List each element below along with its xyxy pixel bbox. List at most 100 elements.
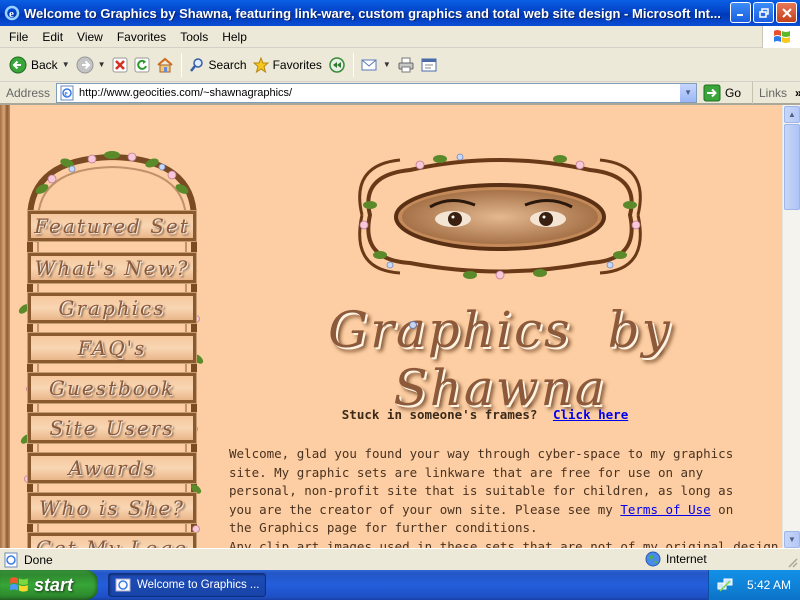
web-page: Featured Set What's New? Graphics FAQ's … [0, 105, 782, 549]
refresh-button[interactable] [131, 51, 153, 79]
search-icon [189, 57, 203, 72]
security-zone: Internet [645, 551, 707, 567]
restore-icon [758, 7, 769, 18]
print-button[interactable] [394, 51, 418, 79]
address-dropdown[interactable]: ▼ [679, 83, 697, 102]
windows-flag-icon [10, 577, 28, 592]
system-tray: 5:42 AM [708, 570, 800, 600]
page-done-icon [4, 552, 18, 567]
start-button[interactable]: start [0, 570, 98, 600]
vertical-scrollbar[interactable]: ▲ ▼ [782, 105, 800, 549]
search-label: Search [208, 57, 247, 72]
nav-faqs[interactable]: FAQ's [27, 332, 197, 364]
ie-icon [115, 578, 131, 592]
clock: 5:42 AM [747, 578, 792, 592]
favorites-label: Favorites [272, 57, 322, 72]
menu-view[interactable]: View [70, 30, 110, 44]
page-icon: e [60, 85, 74, 100]
sparkle-icon [409, 321, 417, 329]
svg-text:e: e [9, 8, 14, 20]
menu-file[interactable]: File [2, 30, 35, 44]
ie-icon: e [4, 5, 20, 21]
zone-label: Internet [666, 552, 707, 566]
toolbar-separator [180, 52, 182, 77]
chevron-down-icon[interactable]: ▼ [98, 60, 106, 69]
terms-of-use-link[interactable]: Terms of Use [620, 502, 710, 517]
media-button[interactable] [325, 51, 349, 79]
star-icon [252, 56, 269, 73]
nav-featured-set[interactable]: Featured Set [27, 210, 197, 242]
go-button[interactable]: Go [703, 84, 741, 102]
status-bar: Done Internet [0, 548, 800, 570]
chevron-down-icon[interactable]: ▼ [383, 60, 391, 69]
windows-flag-icon [773, 30, 790, 43]
frames-text: Stuck in someone's frames? [341, 407, 538, 422]
nav-guestbook[interactable]: Guestbook [27, 372, 197, 404]
address-url: http://www.geocities.com/~shawnagraphics… [79, 86, 293, 99]
title-bar: e Welcome to Graphics by Shawna, featuri… [0, 0, 800, 26]
globe-icon [645, 551, 661, 567]
mail-icon [361, 59, 377, 70]
close-icon [781, 7, 792, 18]
scroll-down-button[interactable]: ▼ [784, 531, 800, 548]
stop-icon [112, 57, 128, 72]
windows-logo [762, 26, 800, 48]
favorites-button[interactable]: Favorites [250, 51, 325, 79]
taskbar: start Welcome to Graphics ... 5:42 AM [0, 570, 800, 600]
mail-button[interactable]: ▼ [358, 51, 394, 79]
standard-toolbar: Back ▼ ▼ Search Favorites ▼ [0, 48, 800, 82]
chevron-up-icon: ▲ [788, 110, 796, 119]
edit-page-icon [421, 58, 437, 71]
forward-arrow-icon [76, 56, 94, 73]
address-input[interactable]: e http://www.geocities.com/~shawnagraphi… [56, 82, 698, 103]
site-title: Graphics by Shawna [328, 301, 672, 417]
minimize-button[interactable] [730, 2, 751, 23]
home-button[interactable] [153, 51, 177, 79]
welcome-paragraph: Welcome, glad you found your way through… [229, 445, 759, 538]
svg-text:e: e [65, 89, 68, 97]
toolbar-separator [352, 52, 354, 77]
nav-site-users[interactable]: Site Users [27, 412, 197, 444]
nav-whats-new[interactable]: What's New? [27, 252, 197, 284]
close-button[interactable] [776, 2, 797, 23]
search-button[interactable]: Search [186, 51, 250, 79]
printer-icon [398, 57, 414, 72]
menu-bar: File Edit View Favorites Tools Help [0, 26, 800, 48]
edit-button[interactable] [418, 51, 440, 79]
scrollbar-thumb[interactable] [784, 124, 800, 210]
window-title: Welcome to Graphics by Shawna, featuring… [24, 5, 721, 21]
menu-help[interactable]: Help [215, 30, 254, 44]
chevron-down-icon: ▼ [684, 88, 692, 97]
go-arrow-icon [703, 84, 721, 101]
chevron-down-icon[interactable]: ▼ [62, 60, 70, 69]
restore-button[interactable] [753, 2, 774, 23]
links-label: Links [759, 86, 788, 100]
forward-button[interactable]: ▼ [73, 51, 109, 79]
nav-graphics[interactable]: Graphics [27, 292, 197, 324]
left-border-decoration [0, 105, 10, 549]
browser-viewport: Featured Set What's New? Graphics FAQ's … [0, 104, 800, 549]
taskbar-item-ie[interactable]: Welcome to Graphics ... [108, 573, 266, 597]
click-here-link[interactable]: Click here [553, 407, 628, 422]
media-icon [329, 56, 345, 73]
stop-button[interactable] [109, 51, 131, 79]
eyes-oval-graphic [358, 153, 642, 280]
menu-tools[interactable]: Tools [173, 30, 215, 44]
menu-favorites[interactable]: Favorites [110, 30, 173, 44]
nav-get-my-logo[interactable]: Get My Logo [27, 532, 197, 549]
scroll-up-button[interactable]: ▲ [784, 106, 800, 123]
home-icon [156, 57, 173, 72]
status-text-area: Done [0, 552, 470, 568]
chevron-right-icon: » [795, 86, 800, 100]
menu-edit[interactable]: Edit [35, 30, 70, 44]
nav-who-is-she[interactable]: Who is She? [27, 492, 197, 524]
minimize-icon [737, 14, 743, 16]
nav-awards[interactable]: Awards [27, 452, 197, 484]
back-button[interactable]: Back ▼ [6, 51, 73, 79]
network-icon[interactable] [717, 577, 733, 593]
links-toolbar[interactable]: Links » [752, 82, 800, 104]
resize-grip-icon[interactable] [786, 556, 798, 568]
start-label: start [34, 574, 74, 595]
refresh-icon [134, 57, 150, 72]
taskbar-item-label: Welcome to Graphics ... [137, 579, 260, 591]
